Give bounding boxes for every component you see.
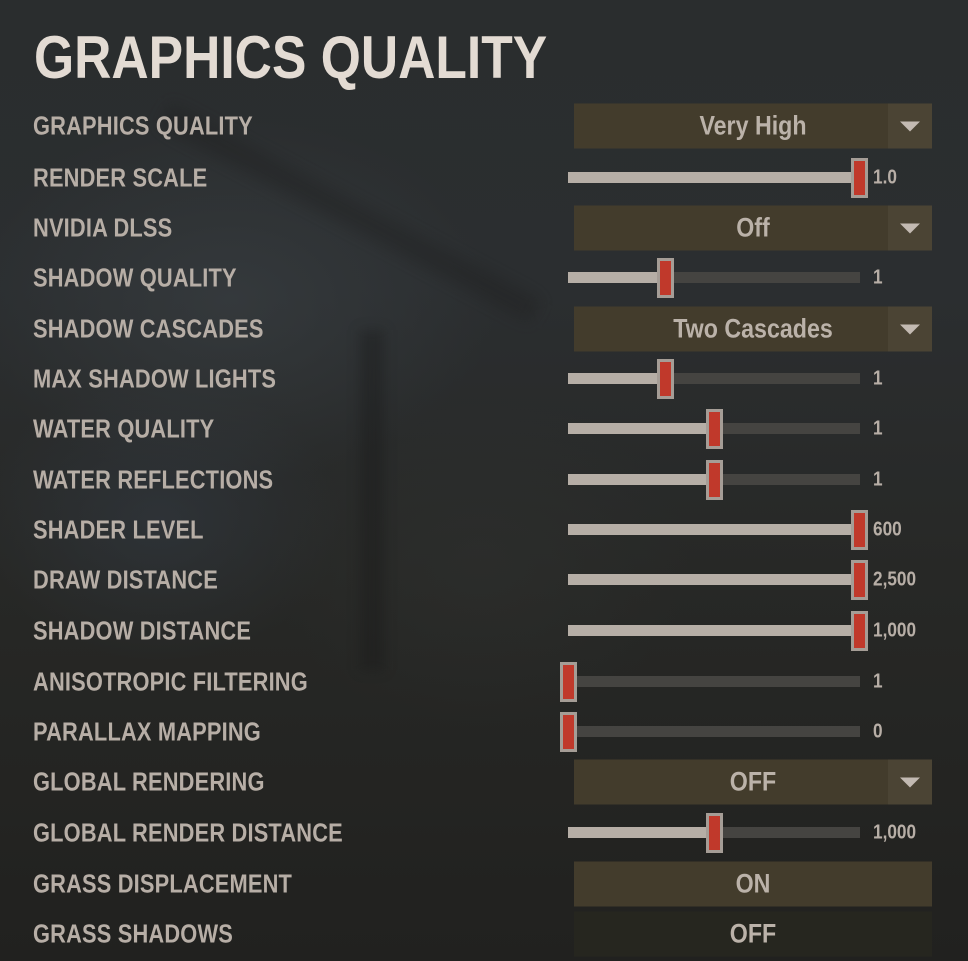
setting-row-anisotropic-filtering: ANISOTROPIC FILTERING 1 xyxy=(0,659,968,705)
slider-value-readout: 1 xyxy=(873,468,883,491)
slider-value-readout: 1.0 xyxy=(873,166,897,189)
setting-row-shader-level: SHADER LEVEL 600 xyxy=(0,507,968,553)
slider-value-readout: 1 xyxy=(873,417,883,440)
setting-label: ANISOTROPIC FILTERING xyxy=(33,666,308,697)
setting-row-render-scale: RENDER SCALE 1.0 xyxy=(0,155,968,201)
slider-track[interactable] xyxy=(568,676,860,687)
setting-label: GRASS SHADOWS xyxy=(33,918,233,949)
setting-row-water-reflections: WATER REFLECTIONS 1 xyxy=(0,457,968,503)
slider-thumb[interactable] xyxy=(851,510,868,550)
slider-value-readout: 1 xyxy=(873,367,883,390)
grass-shadows-toggle[interactable]: OFF xyxy=(574,911,932,957)
anisotropic-filtering-slider[interactable] xyxy=(560,662,860,702)
setting-row-grass-shadows: GRASS SHADOWS OFF xyxy=(0,911,968,957)
setting-row-max-shadow-lights: MAX SHADOW LIGHTS 1 xyxy=(0,356,968,402)
setting-row-grass-displacement: GRASS DISPLACEMENT ON xyxy=(0,861,968,907)
slider-thumb[interactable] xyxy=(560,662,577,702)
setting-label: GLOBAL RENDERING xyxy=(33,766,265,797)
chevron-down-icon xyxy=(900,777,920,788)
shadow-quality-slider[interactable] xyxy=(568,258,860,298)
setting-label: WATER QUALITY xyxy=(33,413,215,444)
slider-fill xyxy=(568,574,859,585)
chevron-down-icon xyxy=(900,223,920,234)
toggle-state-label: OFF xyxy=(729,918,777,949)
draw-distance-slider[interactable] xyxy=(568,560,868,600)
slider-thumb[interactable] xyxy=(657,258,674,298)
global-render-distance-slider[interactable] xyxy=(568,813,860,853)
setting-label: SHADER LEVEL xyxy=(33,514,204,545)
setting-row-shadow-distance: SHADOW DISTANCE 1,000 xyxy=(0,608,968,654)
slider-thumb[interactable] xyxy=(851,611,868,651)
slider-fill xyxy=(568,373,665,384)
slider-fill xyxy=(568,172,859,183)
setting-label: SHADOW CASCADES xyxy=(33,313,264,344)
nvidia-dlss-dropdown[interactable]: Off xyxy=(574,205,932,251)
shader-level-slider[interactable] xyxy=(568,510,868,550)
setting-label: DRAW DISTANCE xyxy=(33,564,218,595)
slider-thumb[interactable] xyxy=(706,409,723,449)
slider-thumb[interactable] xyxy=(706,460,723,500)
setting-row-global-rendering: GLOBAL RENDERING OFF xyxy=(0,759,968,805)
setting-row-parallax-mapping: PARALLAX MAPPING 0 xyxy=(0,709,968,755)
setting-row-shadow-cascades: SHADOW CASCADES Two Cascades xyxy=(0,306,968,352)
water-quality-slider[interactable] xyxy=(568,409,860,449)
slider-value-readout: 1 xyxy=(873,670,883,693)
setting-row-shadow-quality: SHADOW QUALITY 1 xyxy=(0,255,968,301)
setting-row-draw-distance: DRAW DISTANCE 2,500 xyxy=(0,557,968,603)
slider-thumb[interactable] xyxy=(657,359,674,399)
dropdown-toggle-button[interactable] xyxy=(888,306,932,352)
dropdown-selected-value: Two Cascades xyxy=(673,313,833,344)
slider-value-readout: 600 xyxy=(873,518,902,541)
water-reflections-slider[interactable] xyxy=(568,460,860,500)
slider-fill xyxy=(568,524,859,535)
slider-fill xyxy=(568,827,714,838)
setting-label: NVIDIA DLSS xyxy=(33,212,173,243)
slider-fill xyxy=(568,272,665,283)
setting-label: SHADOW DISTANCE xyxy=(33,615,252,646)
render-scale-slider[interactable] xyxy=(568,158,868,198)
setting-row-water-quality: WATER QUALITY 1 xyxy=(0,406,968,452)
setting-label: MAX SHADOW LIGHTS xyxy=(33,363,277,394)
slider-value-readout: 1,000 xyxy=(873,619,917,642)
slider-thumb[interactable] xyxy=(560,712,577,752)
setting-label: SHADOW QUALITY xyxy=(33,262,237,293)
dropdown-toggle-button[interactable] xyxy=(888,103,932,149)
slider-fill xyxy=(568,423,714,434)
slider-thumb[interactable] xyxy=(851,560,868,600)
toggle-state-label: ON xyxy=(735,868,771,899)
setting-label: RENDER SCALE xyxy=(33,162,208,193)
parallax-mapping-slider[interactable] xyxy=(560,712,860,752)
dropdown-toggle-button[interactable] xyxy=(888,759,932,805)
slider-value-readout: 2,500 xyxy=(873,568,917,591)
shadow-distance-slider[interactable] xyxy=(568,611,868,651)
page-title: GRAPHICS QUALITY xyxy=(34,24,548,91)
slider-fill xyxy=(568,625,859,636)
slider-fill xyxy=(568,474,714,485)
shadow-cascades-dropdown[interactable]: Two Cascades xyxy=(574,306,932,352)
slider-thumb[interactable] xyxy=(706,813,723,853)
dropdown-selected-value: OFF xyxy=(729,766,777,797)
slider-thumb[interactable] xyxy=(851,158,868,198)
slider-value-readout: 1 xyxy=(873,266,883,289)
setting-row-graphics-quality: GRAPHICS QUALITY Very High xyxy=(0,103,968,149)
chevron-down-icon xyxy=(900,324,920,335)
dropdown-selected-value: Very High xyxy=(699,110,807,141)
max-shadow-lights-slider[interactable] xyxy=(568,359,860,399)
global-rendering-dropdown[interactable]: OFF xyxy=(574,759,932,805)
setting-label: WATER REFLECTIONS xyxy=(33,464,274,495)
chevron-down-icon xyxy=(900,121,920,132)
dropdown-selected-value: Off xyxy=(736,212,770,243)
dropdown-toggle-button[interactable] xyxy=(888,205,932,251)
slider-track[interactable] xyxy=(568,726,860,737)
setting-row-global-render-distance: GLOBAL RENDER DISTANCE 1,000 xyxy=(0,810,968,856)
setting-label: GRAPHICS QUALITY xyxy=(33,110,253,141)
graphics-quality-dropdown[interactable]: Very High xyxy=(574,103,932,149)
slider-value-readout: 1,000 xyxy=(873,821,917,844)
setting-label: GRASS DISPLACEMENT xyxy=(33,868,293,899)
grass-displacement-toggle[interactable]: ON xyxy=(574,861,932,907)
slider-value-readout: 0 xyxy=(873,720,883,743)
setting-label: GLOBAL RENDER DISTANCE xyxy=(33,817,343,848)
setting-row-nvidia-dlss: NVIDIA DLSS Off xyxy=(0,205,968,251)
setting-label: PARALLAX MAPPING xyxy=(33,716,261,747)
